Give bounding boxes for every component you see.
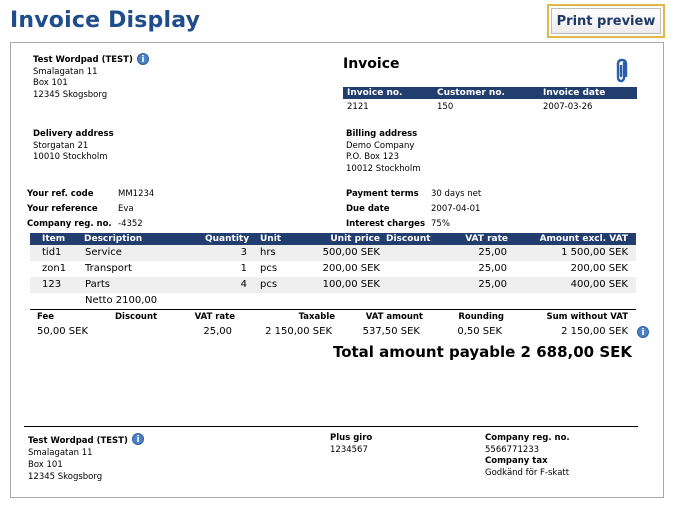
info-icon[interactable]: i xyxy=(132,433,144,445)
item-quantity: 3 xyxy=(240,247,247,258)
item-description: Service xyxy=(85,247,122,258)
total-amount-payable: Total amount payable 2 688,00 SEK xyxy=(332,343,632,361)
table-row: zon1 Transport 1 pcs 200,00 SEK 25,00 20… xyxy=(30,261,636,277)
item-code: zon1 xyxy=(42,263,67,274)
billing-company: Demo Company xyxy=(346,141,415,151)
vat-rate-header: VAT rate xyxy=(465,234,508,244)
item-unit-price: 500,00 SEK xyxy=(322,247,380,258)
customer-number: 150 xyxy=(437,102,454,112)
delivery-city: 10010 Stockholm xyxy=(33,152,108,162)
quantity-header: Quantity xyxy=(205,234,250,244)
divider xyxy=(30,309,636,310)
taxable-value: 2 150,00 SEK xyxy=(265,326,332,337)
item-quantity: 4 xyxy=(240,279,247,290)
paperclip-icon[interactable] xyxy=(612,57,632,85)
fee-header: Fee xyxy=(37,312,54,322)
item-description: Parts xyxy=(85,279,110,290)
invoice-number: 2121 xyxy=(347,102,369,112)
info-icon[interactable]: i xyxy=(637,326,649,338)
company-tax-label: Company tax xyxy=(485,456,548,466)
item-amount: 200,00 SEK xyxy=(570,263,628,274)
item-quantity: 1 xyxy=(240,263,247,274)
summary-vat-rate-value: 25,00 xyxy=(203,326,232,337)
sum-without-vat-header: Sum without VAT xyxy=(546,312,628,322)
interest-charges-label: Interest charges xyxy=(346,219,426,229)
fee-value: 50,00 SEK xyxy=(37,326,89,337)
sender-name: Test Wordpad (TEST) xyxy=(33,55,133,65)
payment-terms-label: Payment terms xyxy=(346,189,419,199)
page-title: Invoice Display xyxy=(10,8,201,33)
item-vat-rate: 25,00 xyxy=(478,279,507,290)
plus-giro-value: 1234567 xyxy=(330,445,368,455)
netto-row: Netto 2100,00 xyxy=(30,293,636,309)
delivery-address-label: Delivery address xyxy=(33,129,114,139)
customer-no-header: Customer no. xyxy=(437,88,505,98)
sum-without-vat-value: 2 150,00 SEK xyxy=(561,326,628,337)
sender-city: 12345 Skogsborg xyxy=(33,90,108,100)
your-ref-code-label: Your ref. code xyxy=(27,189,94,199)
footer-city: 12345 Skogsborg xyxy=(28,472,103,482)
footer-street: Smalagatan 11 xyxy=(28,448,93,458)
your-reference-value: Eva xyxy=(118,204,134,214)
vat-amount-value: 537,50 SEK xyxy=(362,326,420,337)
item-amount: 400,00 SEK xyxy=(570,279,628,290)
invoice-heading: Invoice xyxy=(343,56,400,72)
billing-address-label: Billing address xyxy=(346,129,418,139)
invoice-date: 2007-03-26 xyxy=(543,102,593,112)
unit-price-header: Unit price xyxy=(330,234,380,244)
unit-header: Unit xyxy=(260,234,282,244)
print-preview-label: Print preview xyxy=(551,8,661,34)
due-date-value: 2007-04-01 xyxy=(431,204,481,214)
rounding-header: Rounding xyxy=(458,312,504,322)
interest-charges-value: 75% xyxy=(431,219,450,229)
your-ref-code-value: MM1234 xyxy=(118,189,155,199)
sender-street: Smalagatan 11 xyxy=(33,67,98,77)
sender-box: Box 101 xyxy=(33,78,68,88)
item-code: tid1 xyxy=(42,247,62,258)
item-description: Transport xyxy=(85,263,132,274)
footer-company-reg-label: Company reg. no. xyxy=(485,433,570,443)
company-reg-value: -4352 xyxy=(118,219,143,229)
your-reference-label: Your reference xyxy=(27,204,98,214)
plus-giro-label: Plus giro xyxy=(330,433,373,443)
invoice-header-bar: Invoice no. Customer no. Invoice date xyxy=(343,87,637,99)
print-preview-button[interactable]: Print preview xyxy=(547,4,665,38)
invoice-no-header: Invoice no. xyxy=(347,88,403,98)
item-unit-price: 200,00 SEK xyxy=(322,263,380,274)
billing-city: 10012 Stockholm xyxy=(346,164,421,174)
table-row: 123 Parts 4 pcs 100,00 SEK 25,00 400,00 … xyxy=(30,277,636,293)
discount-header: Discount xyxy=(386,234,431,244)
summary-vat-rate-header: VAT rate xyxy=(194,312,235,322)
description-header: Description xyxy=(84,234,143,244)
item-vat-rate: 25,00 xyxy=(478,263,507,274)
invoice-date-header: Invoice date xyxy=(543,88,606,98)
rounding-value: 0,50 SEK xyxy=(457,326,502,337)
billing-box: P.O. Box 123 xyxy=(346,152,399,162)
delivery-street: Storgatan 21 xyxy=(33,141,89,151)
summary-discount-header: Discount xyxy=(115,312,158,322)
item-unit-price: 100,00 SEK xyxy=(322,279,380,290)
info-icon[interactable]: i xyxy=(137,53,149,65)
footer-name: Test Wordpad (TEST) xyxy=(28,436,128,446)
footer-box: Box 101 xyxy=(28,460,63,470)
netto-total: Netto 2100,00 xyxy=(85,295,158,306)
item-unit: pcs xyxy=(260,279,278,290)
due-date-label: Due date xyxy=(346,204,390,214)
vat-amount-header: VAT amount xyxy=(365,312,423,322)
item-vat-rate: 25,00 xyxy=(478,247,507,258)
footer-company-reg-value: 5566771233 xyxy=(485,445,540,455)
taxable-header: Taxable xyxy=(298,312,335,322)
item-amount: 1 500,00 SEK xyxy=(561,247,628,258)
footer-divider xyxy=(24,426,638,427)
items-header-bar: Item Description Quantity Unit Unit pric… xyxy=(30,233,636,245)
company-tax-value: Godkänd för F-skatt xyxy=(485,468,570,478)
payment-terms-value: 30 days net xyxy=(431,189,482,199)
table-row: tid1 Service 3 hrs 500,00 SEK 25,00 1 50… xyxy=(30,245,636,261)
company-reg-label: Company reg. no. xyxy=(27,219,112,229)
item-header: Item xyxy=(42,234,66,244)
amount-header: Amount excl. VAT xyxy=(539,234,628,244)
item-unit: hrs xyxy=(260,247,276,258)
item-code: 123 xyxy=(42,279,62,290)
item-unit: pcs xyxy=(260,263,278,274)
